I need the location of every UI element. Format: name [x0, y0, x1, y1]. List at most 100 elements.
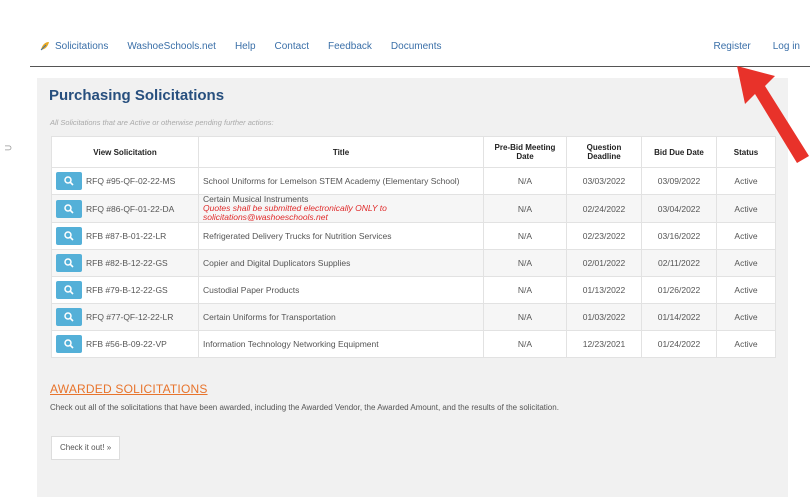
status-badge: Active	[716, 222, 776, 250]
nav-contact[interactable]: Contact	[275, 41, 309, 52]
question-deadline: 12/23/2021	[566, 330, 642, 358]
solicitation-title: Copier and Digital Duplicators Supplies	[203, 257, 351, 268]
search-icon	[64, 231, 74, 241]
header-view: View Solicitation	[51, 136, 199, 168]
table-header-row: View Solicitation Title Pre-Bid Meeting …	[51, 136, 776, 168]
nav-solicitations-label: Solicitations	[55, 41, 109, 52]
top-navigation-bar: Solicitations WashoeSchools.net Help Con…	[30, 0, 810, 67]
status-badge: Active	[716, 330, 776, 358]
register-link[interactable]: Register	[714, 41, 751, 52]
login-link[interactable]: Log in	[773, 41, 800, 52]
title-cell: Custodial Paper Products	[198, 276, 484, 304]
view-solicitation-button[interactable]	[56, 199, 82, 218]
page-title: Purchasing Solicitations	[49, 87, 225, 104]
view-solicitation-button[interactable]	[56, 281, 82, 299]
header-due: Bid Due Date	[641, 136, 717, 168]
header-question: Question Deadline	[566, 136, 642, 168]
solicitation-note: Quotes shall be submitted electronically…	[203, 203, 387, 222]
table-row: RFB #87-B-01-22-LR Refrigerated Delivery …	[51, 222, 776, 250]
title-cell: Information Technology Networking Equipm…	[198, 330, 484, 358]
nav-help[interactable]: Help	[235, 41, 256, 52]
table-row: RFB #79-B-12-22-GS Custodial Paper Produc…	[51, 276, 776, 304]
search-icon	[64, 285, 74, 295]
view-cell: RFB #82-B-12-22-GS	[51, 249, 199, 277]
solicitation-id[interactable]: RFQ #95-QF-02-22-MS	[86, 176, 175, 186]
bid-due-date: 03/16/2022	[641, 222, 717, 250]
view-solicitation-button[interactable]	[56, 254, 82, 272]
solicitation-title: Refrigerated Delivery Trucks for Nutriti…	[203, 230, 392, 241]
search-icon	[64, 258, 74, 268]
question-deadline: 02/01/2022	[566, 249, 642, 277]
solicitation-title: Certain Uniforms for Transportation	[203, 311, 336, 322]
status-badge: Active	[716, 276, 776, 304]
view-solicitation-button[interactable]	[56, 335, 82, 353]
bid-due-date: 02/11/2022	[641, 249, 717, 277]
solicitation-title: Information Technology Networking Equipm…	[203, 338, 379, 349]
cursor-icon: ⊃	[4, 143, 13, 154]
leaf-logo-icon	[40, 42, 49, 51]
bid-due-date: 01/14/2022	[641, 303, 717, 331]
title-cell: Certain Musical Instruments Quotes shall …	[198, 194, 484, 223]
prebid-date: N/A	[483, 167, 567, 195]
red-arrow-icon	[737, 66, 809, 163]
question-deadline: 03/03/2022	[566, 167, 642, 195]
view-solicitation-button[interactable]	[56, 227, 82, 245]
table-row: RFQ #95-QF-02-22-MS School Uniforms for L…	[51, 167, 776, 195]
table-row: RFB #82-B-12-22-GS Copier and Digital Dup…	[51, 249, 776, 277]
solicitations-panel: Purchasing Solicitations All Solicitatio…	[37, 78, 788, 497]
search-icon	[64, 312, 74, 322]
status-badge: Active	[716, 194, 776, 223]
table-row: RFQ #86-QF-01-22-DA Certain Musical Instr…	[51, 194, 776, 223]
table-row: RFB #56-B-09-22-VP Information Technology…	[51, 330, 776, 358]
solicitation-id[interactable]: RFB #82-B-12-22-GS	[86, 258, 168, 268]
solicitation-title: Custodial Paper Products	[203, 284, 300, 295]
table-row: RFQ #77-QF-12-22-LR Certain Uniforms for …	[51, 303, 776, 331]
awarded-description: Check out all of the solicitations that …	[50, 403, 559, 412]
solicitation-id[interactable]: RFQ #77-QF-12-22-LR	[86, 312, 173, 322]
solicitations-table: View Solicitation Title Pre-Bid Meeting …	[51, 136, 776, 358]
title-cell: School Uniforms for Lemelson STEM Academ…	[198, 167, 484, 195]
view-cell: RFB #87-B-01-22-LR	[51, 222, 199, 250]
question-deadline: 01/13/2022	[566, 276, 642, 304]
view-cell: RFB #56-B-09-22-VP	[51, 330, 199, 358]
view-cell: RFQ #86-QF-01-22-DA	[51, 194, 199, 223]
solicitation-id[interactable]: RFB #87-B-01-22-LR	[86, 231, 166, 241]
solicitation-id[interactable]: RFQ #86-QF-01-22-DA	[86, 204, 174, 214]
solicitation-title: School Uniforms for Lemelson STEM Academ…	[203, 175, 460, 186]
status-badge: Active	[716, 249, 776, 277]
status-badge: Active	[716, 167, 776, 195]
account-nav: Register Log in	[692, 41, 801, 52]
header-prebid: Pre-Bid Meeting Date	[483, 136, 567, 168]
title-cell: Refrigerated Delivery Trucks for Nutriti…	[198, 222, 484, 250]
view-cell: RFQ #95-QF-02-22-MS	[51, 167, 199, 195]
bid-due-date: 01/26/2022	[641, 276, 717, 304]
nav-washoeschools[interactable]: WashoeSchools.net	[127, 41, 216, 52]
check-it-out-button[interactable]: Check it out! »	[51, 436, 121, 460]
view-cell: RFB #79-B-12-22-GS	[51, 276, 199, 304]
search-icon	[64, 203, 74, 214]
search-icon	[64, 176, 74, 186]
view-solicitation-button[interactable]	[56, 308, 82, 326]
view-solicitation-button[interactable]	[56, 172, 82, 190]
prebid-date: N/A	[483, 249, 567, 277]
title-cell: Certain Uniforms for Transportation	[198, 303, 484, 331]
question-deadline: 02/24/2022	[566, 194, 642, 223]
page-subtitle: All Solicitations that are Active or oth…	[50, 118, 274, 127]
view-cell: RFQ #77-QF-12-22-LR	[51, 303, 199, 331]
nav-feedback[interactable]: Feedback	[328, 41, 372, 52]
prebid-date: N/A	[483, 303, 567, 331]
bid-due-date: 03/04/2022	[641, 194, 717, 223]
solicitation-id[interactable]: RFB #56-B-09-22-VP	[86, 339, 167, 349]
awarded-heading[interactable]: AWARDED SOLICITATIONS	[50, 382, 208, 396]
search-icon	[64, 339, 74, 349]
nav-solicitations[interactable]: Solicitations	[40, 41, 108, 52]
nav-documents[interactable]: Documents	[391, 41, 442, 52]
title-cell: Copier and Digital Duplicators Supplies	[198, 249, 484, 277]
bid-due-date: 03/09/2022	[641, 167, 717, 195]
main-nav: Solicitations WashoeSchools.net Help Con…	[40, 41, 460, 52]
header-title: Title	[198, 136, 484, 168]
question-deadline: 01/03/2022	[566, 303, 642, 331]
prebid-date: N/A	[483, 194, 567, 223]
solicitation-id[interactable]: RFB #79-B-12-22-GS	[86, 285, 168, 295]
prebid-date: N/A	[483, 222, 567, 250]
